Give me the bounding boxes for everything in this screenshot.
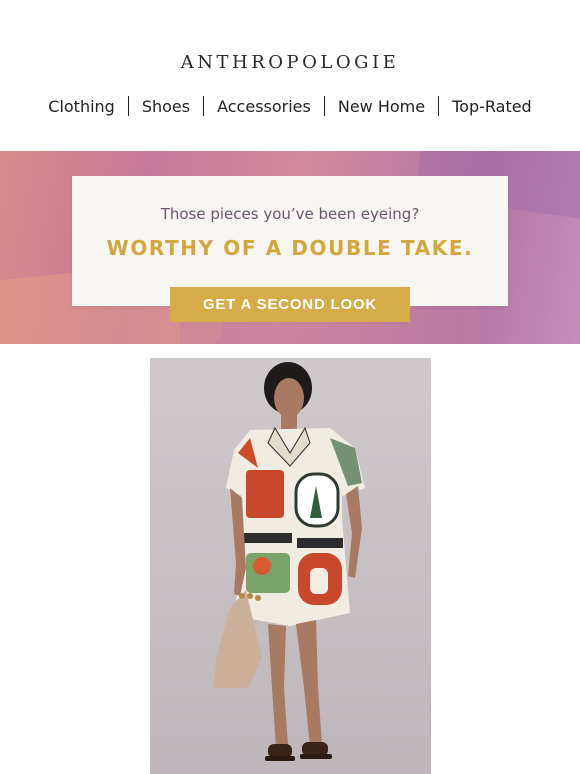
promo-banner[interactable]: Those pieces you’ve been eyeing? WORTHY … [0, 151, 580, 344]
nav-accessories[interactable]: Accessories [204, 97, 324, 116]
nav-clothing[interactable]: Clothing [35, 97, 128, 116]
main-nav: Clothing Shoes Accessories New Home Top-… [0, 96, 580, 116]
promo-headline: WORTHY OF A DOUBLE TAKE. [106, 236, 474, 260]
promo-subtitle: Those pieces you’ve been eyeing? [160, 205, 420, 223]
nav-top-rated[interactable]: Top-Rated [439, 97, 545, 116]
brand-logo[interactable]: ANTHROPOLOGIE [0, 52, 580, 73]
product-photo[interactable] [150, 358, 431, 774]
model-in-printed-shirt-dress-photo [150, 358, 431, 774]
second-look-button[interactable]: GET A SECOND LOOK [170, 287, 410, 322]
nav-new-home[interactable]: New Home [325, 97, 438, 116]
nav-shoes[interactable]: Shoes [129, 97, 203, 116]
